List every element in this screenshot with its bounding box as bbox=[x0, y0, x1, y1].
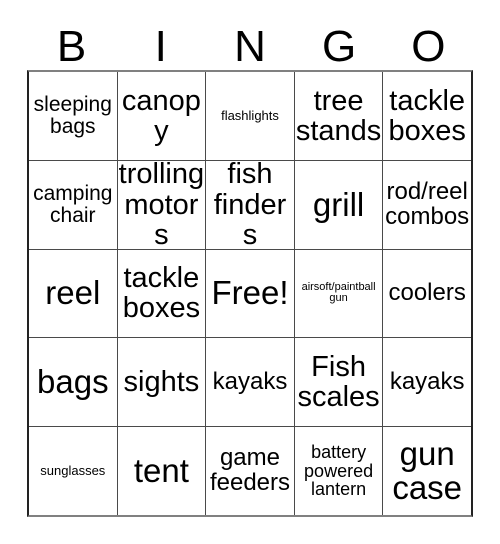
bingo-cell[interactable]: tent bbox=[116, 427, 206, 515]
bingo-cell-label: gun case bbox=[392, 434, 463, 507]
bingo-cell[interactable]: rod/reel combos bbox=[382, 160, 471, 249]
bingo-header: B I N G O bbox=[27, 12, 473, 70]
bingo-cell[interactable]: canopy bbox=[116, 72, 206, 160]
bingo-cell[interactable]: grill bbox=[293, 160, 383, 249]
bingo-cell[interactable]: bags bbox=[29, 338, 117, 426]
bingo-row: sunglasses tent game feeders battery pow… bbox=[29, 426, 471, 515]
bingo-cell[interactable]: fish finders bbox=[205, 160, 294, 249]
bingo-cell-label: reel bbox=[45, 274, 101, 312]
bingo-cell-label: sights bbox=[123, 366, 200, 399]
bingo-row: bags sights kayaks Fish scales kayaks bbox=[29, 337, 471, 427]
bingo-cell-label: grill bbox=[312, 185, 365, 223]
header-letter-g: G bbox=[322, 22, 357, 71]
bingo-cell-label: tackle boxes bbox=[122, 262, 201, 325]
bingo-cell-label: tent bbox=[133, 451, 189, 489]
header-letter-i: I bbox=[154, 22, 167, 71]
bingo-cell-label: sunglasses bbox=[40, 463, 106, 479]
bingo-cell[interactable]: battery powered lantern bbox=[293, 427, 383, 515]
bingo-cell-label: sleeping bags bbox=[33, 93, 112, 138]
bingo-cell[interactable]: airsoft/paintball gun bbox=[293, 249, 383, 338]
bingo-cell[interactable]: game feeders bbox=[205, 427, 294, 515]
bingo-cell-label: canopy bbox=[121, 84, 201, 147]
bingo-card: B I N G O sleeping bags canopy flashligh… bbox=[27, 12, 473, 518]
bingo-cell-label: coolers bbox=[388, 279, 466, 307]
bingo-cell[interactable]: sunglasses bbox=[29, 427, 117, 515]
free-space-label: Free! bbox=[211, 274, 289, 312]
bingo-cell[interactable]: sleeping bags bbox=[29, 72, 117, 160]
bingo-cell[interactable]: reel bbox=[29, 250, 117, 338]
bingo-cell[interactable]: kayaks bbox=[205, 338, 294, 427]
bingo-cell-label: rod/reel combos bbox=[385, 177, 470, 230]
bingo-cell-label: tree stands bbox=[295, 84, 382, 147]
bingo-cell[interactable]: tackle boxes bbox=[382, 72, 471, 160]
bingo-cell-label: fish finders bbox=[213, 160, 287, 249]
bingo-cell[interactable]: tackle boxes bbox=[116, 249, 206, 338]
bingo-cell-label: kayaks bbox=[212, 367, 288, 395]
bingo-cell-label: flashlights bbox=[221, 108, 279, 124]
bingo-cell[interactable]: kayaks bbox=[382, 338, 471, 427]
bingo-cell-label: game feeders bbox=[209, 444, 291, 497]
header-letter-n: N bbox=[234, 22, 266, 71]
bingo-cell[interactable]: flashlights bbox=[205, 72, 294, 160]
bingo-cell-label: battery powered lantern bbox=[304, 442, 374, 500]
bingo-cell-label: tackle boxes bbox=[388, 84, 466, 147]
bingo-row: reel tackle boxes Free! airsoft/paintbal… bbox=[29, 248, 471, 338]
bingo-row: camping chair trolling motors fish finde… bbox=[29, 159, 471, 249]
bingo-cell-label: trolling motors bbox=[118, 160, 205, 249]
bingo-cell[interactable]: gun case bbox=[382, 427, 471, 515]
bingo-cell[interactable]: tree stands bbox=[293, 72, 383, 160]
bingo-cell-label: airsoft/paintball gun bbox=[301, 281, 376, 305]
bingo-cell-label: kayaks bbox=[389, 367, 465, 395]
bingo-cell[interactable]: coolers bbox=[382, 249, 471, 338]
bingo-cell[interactable]: Fish scales bbox=[293, 338, 383, 427]
bingo-cell[interactable]: sights bbox=[116, 338, 206, 427]
bingo-cell[interactable]: camping chair bbox=[29, 161, 117, 249]
header-letter-o: O bbox=[411, 22, 446, 71]
bingo-cell-label: bags bbox=[37, 363, 109, 401]
header-letter-b: B bbox=[56, 22, 87, 71]
bingo-row: sleeping bags canopy flashlights tree st… bbox=[29, 72, 471, 160]
bingo-cell-label: camping chair bbox=[33, 181, 113, 227]
bingo-cell-free[interactable]: Free! bbox=[205, 249, 294, 338]
bingo-grid: sleeping bags canopy flashlights tree st… bbox=[27, 70, 473, 517]
bingo-cell-label: Fish scales bbox=[297, 351, 380, 414]
bingo-cell[interactable]: trolling motors bbox=[116, 160, 206, 249]
